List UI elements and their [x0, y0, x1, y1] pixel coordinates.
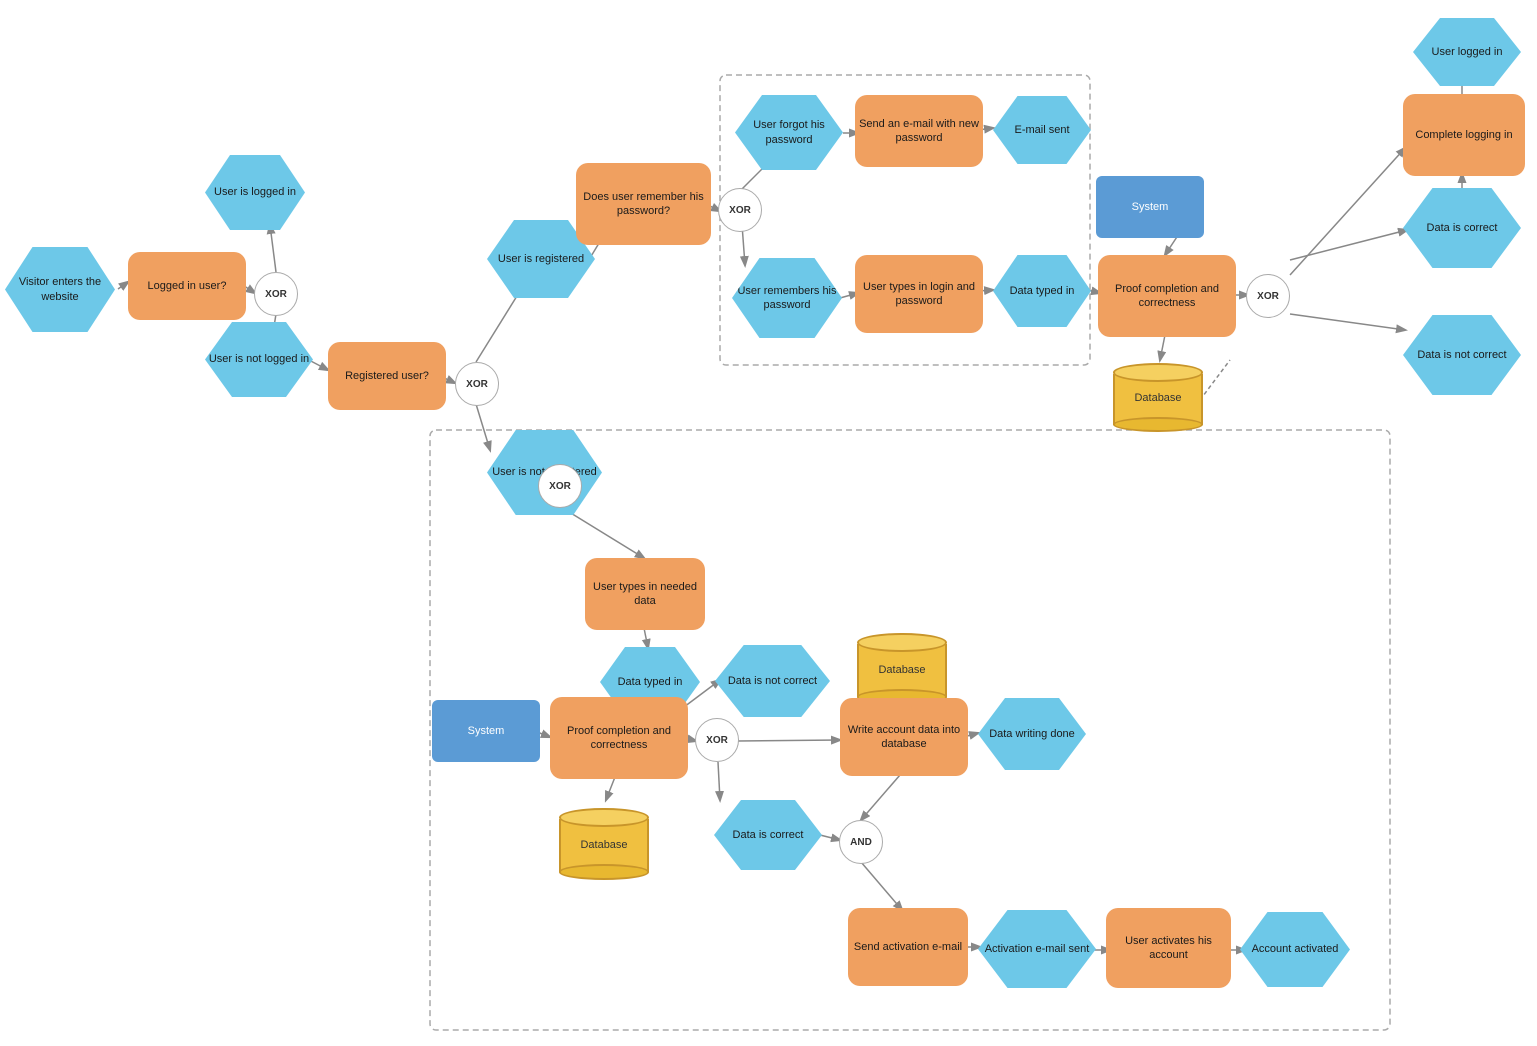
send-email-node: Send an e-mail with new password: [855, 95, 983, 167]
user-activates-node: User activates his account: [1106, 908, 1231, 988]
proof-completion-top-node: Proof completion and correctness: [1098, 255, 1236, 337]
write-account-data-node: Write account data into database: [840, 698, 968, 776]
xor5-node: XOR: [695, 718, 739, 762]
user-types-login-node: User types in login and password: [855, 255, 983, 333]
xor4-node: XOR: [1246, 274, 1290, 318]
logged-in-user-node: Logged in user?: [128, 252, 246, 320]
xor2-node: XOR: [455, 362, 499, 406]
database-bottom-node: Database: [554, 800, 654, 888]
system-bottom-node: System: [432, 700, 540, 762]
xor1-node: XOR: [254, 272, 298, 316]
xor-not-registered-node: XOR: [538, 464, 582, 508]
and-node: AND: [839, 820, 883, 864]
user-types-needed-node: User types in needed data: [585, 558, 705, 630]
does-user-remember-node: Does user remember his password?: [576, 163, 711, 245]
complete-logging-in-node: Complete logging in: [1403, 94, 1525, 176]
diagram-container: Visitor enters the website Logged in use…: [0, 0, 1537, 1046]
send-activation-email-node: Send activation e-mail: [848, 908, 968, 986]
xor3-node: XOR: [718, 188, 762, 232]
registered-user-node: Registered user?: [328, 342, 446, 410]
system-top-node: System: [1096, 176, 1204, 238]
proof-completion-bottom-node: Proof completion and correctness: [550, 697, 688, 779]
database-top-node: Database: [1108, 355, 1208, 440]
